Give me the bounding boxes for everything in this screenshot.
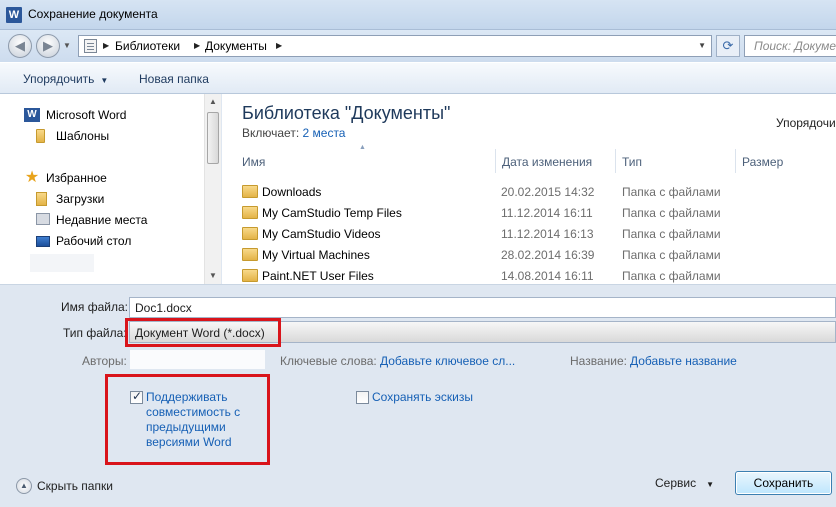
chevron-down-icon: ▼ (100, 76, 109, 85)
keywords-input[interactable]: Добавьте ключевое сл... (380, 354, 515, 368)
scroll-thumb[interactable] (207, 112, 219, 164)
table-row[interactable]: My Virtual Machines 28.02.2014 16:39 Пап… (236, 244, 836, 265)
word-app-icon: W (6, 7, 22, 23)
window-title: Сохранение документа (28, 7, 158, 21)
chevron-right-icon[interactable]: ▶ (103, 41, 109, 50)
file-type: Папка с файлами (622, 206, 721, 220)
nav-item-label: Загрузки (56, 192, 105, 206)
save-options-panel: Имя файла: Doc1.docx Тип файла: Документ… (0, 284, 836, 507)
file-type: Папка с файлами (622, 248, 721, 262)
command-bar: Упорядочить ▼ Новая папка (0, 62, 836, 94)
nav-item-label: Рабочий стол (56, 234, 132, 248)
downloads-folder-icon (36, 192, 47, 206)
table-row[interactable]: My CamStudio Videos 11.12.2014 16:13 Пап… (236, 223, 836, 244)
library-includes: Включает: 2 места (242, 126, 345, 140)
file-name: My CamStudio Temp Files (262, 206, 402, 220)
file-date: 11.12.2014 16:13 (501, 227, 594, 241)
column-header-date[interactable]: Дата изменения (496, 149, 616, 173)
nav-item-label: Избранное (46, 171, 107, 185)
address-row: ◀ ▶ ▼ ▶ Библиотеки ▶ Документы ▶ ▼ ⟳ Пои… (0, 30, 836, 62)
column-header-type[interactable]: Тип (616, 149, 736, 173)
nav-item-label: Microsoft Word (46, 108, 127, 122)
table-row[interactable]: Downloads 20.02.2015 14:32 Папка с файла… (236, 181, 836, 202)
folder-icon (242, 269, 258, 282)
filename-input[interactable]: Doc1.docx (129, 297, 836, 318)
search-input[interactable]: Поиск: Документы (744, 35, 836, 57)
library-icon (84, 39, 97, 53)
nav-scrollbar[interactable]: ▲ ▼ (204, 94, 221, 284)
table-row[interactable]: My CamStudio Temp Files 11.12.2014 16:11… (236, 202, 836, 223)
includes-locations-link[interactable]: 2 места (303, 126, 346, 140)
address-bar[interactable]: ▶ Библиотеки ▶ Документы ▶ ▼ (78, 35, 712, 57)
file-date: 28.02.2014 16:39 (501, 248, 595, 262)
file-type: Папка с файлами (622, 185, 721, 199)
chevron-up-icon: ▲ (16, 478, 32, 494)
table-row[interactable]: Paint.NET User Files 14.08.2014 16:11 Па… (236, 265, 836, 286)
scroll-down-icon[interactable]: ▼ (205, 268, 221, 284)
filetype-label: Тип файла: (63, 326, 127, 340)
file-type: Папка с файлами (622, 269, 721, 283)
forward-arrow-icon[interactable]: ▶ (36, 34, 60, 58)
chevron-right-icon[interactable]: ▶ (194, 41, 200, 50)
authors-input[interactable] (129, 349, 266, 370)
file-name: Downloads (262, 185, 322, 199)
nav-item-placeholder (30, 254, 94, 272)
star-icon: ★ (24, 169, 40, 186)
title-input[interactable]: Добавьте название (630, 354, 737, 368)
save-thumbnails-checkbox[interactable] (356, 391, 369, 404)
file-name: Paint.NET User Files (262, 269, 374, 283)
address-dropdown-icon[interactable]: ▼ (698, 41, 706, 50)
chevron-down-icon: ▼ (706, 480, 715, 489)
folder-icon (242, 248, 258, 261)
compatibility-checkbox[interactable] (130, 389, 143, 404)
folder-icon (242, 185, 258, 198)
authors-label: Авторы: (82, 354, 127, 368)
tools-dropdown[interactable]: Сервис ▼ (655, 476, 714, 490)
filetype-highlight-box (125, 318, 281, 347)
column-header-name[interactable]: Имя (236, 149, 496, 173)
back-arrow-icon[interactable]: ◀ (8, 34, 32, 58)
library-title: Библиотека "Документы" (242, 103, 451, 123)
filename-label: Имя файла: (61, 300, 128, 314)
refresh-icon[interactable]: ⟳ (716, 35, 740, 57)
nav-item-label: Недавние места (56, 213, 148, 227)
tools-label: Сервис (655, 476, 697, 490)
navigation-pane: W Microsoft Word Шаблоны ★ Избранное Заг… (0, 94, 221, 284)
file-type: Папка с файлами (622, 227, 721, 241)
breadcrumb-libraries[interactable]: Библиотеки (115, 39, 180, 53)
hide-folders-label: Скрыть папки (37, 479, 113, 493)
folder-icon (242, 227, 258, 240)
word-icon: W (24, 108, 40, 122)
title-label: Название: (570, 354, 627, 368)
organize-button[interactable]: Упорядочить ▼ (23, 72, 108, 86)
save-thumbnails-label[interactable]: Сохранять эскизы (372, 390, 473, 405)
chevron-right-icon[interactable]: ▶ (276, 41, 282, 50)
nav-item-label: Шаблоны (56, 129, 110, 143)
scroll-up-icon[interactable]: ▲ (205, 94, 221, 110)
compatibility-label[interactable]: Поддерживать совместимость с предыдущими… (146, 390, 264, 450)
folder-icon (36, 129, 45, 143)
folder-icon (242, 206, 258, 219)
history-dropdown-icon[interactable]: ▼ (63, 41, 71, 50)
keywords-label: Ключевые слова: (280, 354, 377, 368)
includes-label: Включает: (242, 126, 300, 140)
save-button[interactable]: Сохранить (735, 471, 832, 495)
file-name: My Virtual Machines (262, 248, 370, 262)
column-header-size[interactable]: Размер (736, 149, 836, 173)
file-date: 11.12.2014 16:11 (501, 206, 593, 220)
recent-places-icon (36, 213, 50, 225)
file-name: My CamStudio Videos (262, 227, 381, 241)
file-date: 20.02.2015 14:32 (501, 185, 595, 199)
file-date: 14.08.2014 16:11 (501, 269, 594, 283)
desktop-icon (36, 236, 50, 247)
breadcrumb-documents[interactable]: Документы (205, 39, 267, 53)
organize-label: Упорядочить (23, 72, 95, 86)
title-bar: W Сохранение документа (0, 0, 836, 30)
file-list-pane: Библиотека "Документы" Включает: 2 места… (222, 94, 836, 284)
arrange-by-dropdown[interactable]: Упорядочи (776, 116, 836, 130)
new-folder-button[interactable]: Новая папка (139, 72, 209, 86)
